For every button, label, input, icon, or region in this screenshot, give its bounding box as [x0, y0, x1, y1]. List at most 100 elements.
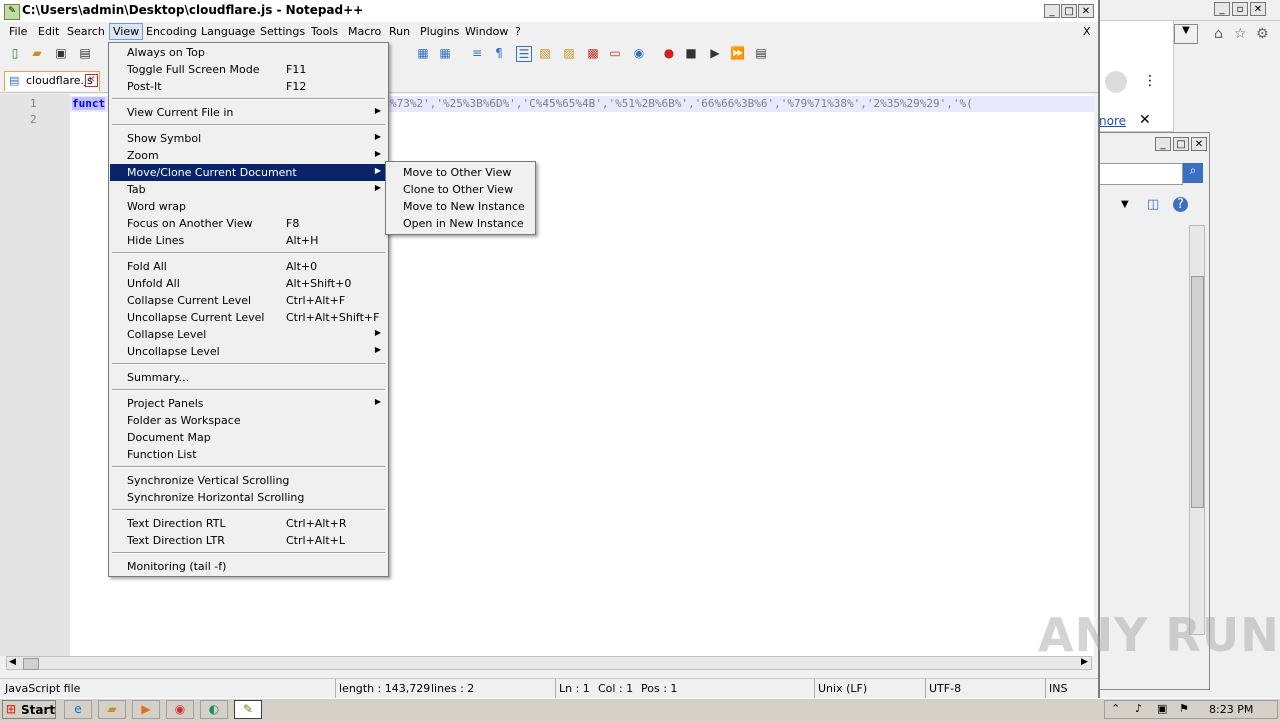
menu-item-document-map[interactable]: Document Map — [110, 429, 387, 446]
submenu-move-to-other-view[interactable]: Move to Other View — [403, 166, 511, 179]
menu-item-always-on-top[interactable]: Always on Top — [110, 44, 387, 61]
vertical-scrollbar[interactable] — [1189, 225, 1205, 635]
menu-item-text-direction-ltr[interactable]: Text Direction LTR Ctrl+Alt+L — [110, 532, 387, 549]
menu-item-zoom[interactable]: Zoom ▶ — [110, 147, 387, 164]
menu-item-view-current-file-in[interactable]: View Current File in ▶ — [110, 104, 387, 121]
function-list-icon[interactable]: ▨ — [562, 46, 576, 60]
scrollbar-thumb[interactable] — [23, 658, 39, 670]
menu-language[interactable]: Language — [198, 24, 258, 39]
menu-item-post-it[interactable]: Post-It F12 — [110, 78, 387, 95]
menu-item-project-panels[interactable]: Project Panels ▶ — [110, 395, 387, 412]
close-icon[interactable]: ✕ — [1139, 112, 1151, 128]
save-icon[interactable]: ▣ — [54, 46, 68, 60]
menu-item-text-direction-rtl[interactable]: Text Direction RTL Ctrl+Alt+R — [110, 515, 387, 532]
tray-expand-icon[interactable]: ⌃ — [1111, 702, 1120, 715]
flag-icon[interactable]: ⚑ — [1179, 702, 1189, 715]
media-player-taskbar-icon[interactable]: ▶ — [132, 700, 160, 719]
menu-item-summary[interactable]: Summary... — [110, 369, 387, 386]
menu-item-fold-all[interactable]: Fold All Alt+0 — [110, 258, 387, 275]
monitoring-icon[interactable]: ▭ — [608, 46, 622, 60]
open-file-icon[interactable]: ▰ — [30, 46, 44, 60]
play-macro-icon[interactable]: ▶ — [708, 46, 722, 60]
chrome-taskbar-icon[interactable]: ◉ — [166, 700, 194, 719]
menu-item-collapse-current-level[interactable]: Collapse Current Level Ctrl+Alt+F — [110, 292, 387, 309]
menu-item-move-clone-document[interactable]: Move/Clone Current Document ▶ — [110, 164, 387, 181]
record-macro-icon[interactable]: ● — [662, 46, 676, 60]
tab-cloudflare-js[interactable]: ▤ cloudflare.js ✕ — [4, 71, 100, 91]
run-macro-multiple-icon[interactable]: ⏩ — [730, 46, 745, 60]
dropdown-icon[interactable]: ▼ — [1174, 24, 1198, 44]
avatar[interactable] — [1105, 71, 1127, 93]
submenu-open-in-new-instance[interactable]: Open in New Instance — [403, 217, 524, 230]
close-button[interactable]: ✕ — [1191, 137, 1207, 151]
save-macro-icon[interactable]: ▤ — [754, 46, 768, 60]
close-button[interactable]: ✕ — [1078, 4, 1094, 18]
menu-item-monitoring[interactable]: Monitoring (tail -f) — [110, 558, 387, 575]
folder-workspace-icon[interactable]: ▩ — [586, 46, 600, 60]
menu-window[interactable]: Window — [462, 24, 511, 39]
indent-guide-icon[interactable]: ☰ — [516, 46, 532, 62]
volume-icon[interactable]: ♪ — [1135, 702, 1142, 715]
menu-item-uncollapse-level[interactable]: Uncollapse Level ▶ — [110, 343, 387, 360]
ie-taskbar-icon[interactable]: e — [64, 700, 92, 719]
menu-tools[interactable]: Tools — [308, 24, 341, 39]
minimize-button[interactable]: _ — [1155, 137, 1171, 151]
menu-file[interactable]: File — [6, 24, 30, 39]
close-document-icon[interactable]: X — [1080, 24, 1094, 39]
menu-run[interactable]: Run — [386, 24, 413, 39]
panel-icon[interactable]: ◫ — [1147, 197, 1159, 212]
menu-item-uncollapse-current-level[interactable]: Uncollapse Current Level Ctrl+Alt+Shift+F — [110, 309, 387, 326]
start-button[interactable]: ⊞ Start — [2, 700, 56, 719]
menu-macro[interactable]: Macro — [345, 24, 384, 39]
menu-item-sync-vertical[interactable]: Synchronize Vertical Scrolling — [110, 472, 387, 489]
maximize-button[interactable]: □ — [1061, 4, 1077, 18]
menu-encoding[interactable]: Encoding — [143, 24, 200, 39]
menu-search[interactable]: Search — [64, 24, 108, 39]
menu-item-unfold-all[interactable]: Unfold All Alt+Shift+0 — [110, 275, 387, 292]
more-options-icon[interactable]: ⋮ — [1143, 73, 1157, 89]
chevron-down-icon[interactable]: ▼ — [1121, 199, 1129, 210]
notepad-taskbar-icon[interactable]: ✎ — [234, 700, 262, 719]
submenu-move-to-new-instance[interactable]: Move to New Instance — [403, 200, 525, 213]
edge-taskbar-icon[interactable]: ◐ — [200, 700, 228, 719]
menu-help[interactable]: ? — [512, 24, 524, 39]
menu-item-collapse-level[interactable]: Collapse Level ▶ — [110, 326, 387, 343]
menu-item-show-symbol[interactable]: Show Symbol ▶ — [110, 130, 387, 147]
restore-button[interactable]: ▫ — [1232, 2, 1248, 16]
word-wrap-icon[interactable]: ≡ — [470, 46, 484, 60]
document-map-icon[interactable]: ▧ — [538, 46, 552, 60]
submenu-clone-to-other-view[interactable]: Clone to Other View — [403, 183, 513, 196]
menu-item-folder-as-workspace[interactable]: Folder as Workspace — [110, 412, 387, 429]
network-icon[interactable]: ▣ — [1157, 702, 1167, 715]
sync-vertical-icon[interactable]: ▦ — [416, 46, 430, 60]
explorer-taskbar-icon[interactable]: ▰ — [98, 700, 126, 719]
menu-item-hide-lines[interactable]: Hide Lines Alt+H — [110, 232, 387, 249]
help-icon[interactable]: ? — [1173, 197, 1188, 212]
home-icon[interactable]: ⌂ — [1214, 26, 1223, 42]
save-all-icon[interactable]: ▤ — [78, 46, 92, 60]
more-link[interactable]: nore — [1099, 114, 1126, 128]
minimize-button[interactable]: _ — [1214, 2, 1230, 16]
menu-edit[interactable]: Edit — [35, 24, 62, 39]
menu-item-word-wrap[interactable]: Word wrap — [110, 198, 387, 215]
menu-view[interactable]: View — [109, 23, 144, 40]
star-icon[interactable]: ☆ — [1234, 26, 1247, 42]
show-symbol-icon[interactable]: ¶ — [492, 46, 506, 60]
maximize-button[interactable]: □ — [1173, 137, 1189, 151]
scroll-left-icon[interactable]: ◀ — [9, 657, 16, 667]
eye-icon[interactable]: ◉ — [632, 46, 646, 60]
new-file-icon[interactable]: ▯ — [8, 46, 22, 60]
sync-horizontal-icon[interactable]: ▦ — [438, 46, 452, 60]
menu-item-focus-another-view[interactable]: Focus on Another View F8 — [110, 215, 387, 232]
menu-settings[interactable]: Settings — [257, 24, 308, 39]
gear-icon[interactable]: ⚙ — [1256, 26, 1269, 42]
menu-item-tab[interactable]: Tab ▶ — [110, 181, 387, 198]
search-icon[interactable]: ⌕ — [1183, 163, 1203, 183]
clock[interactable]: 8:23 PM — [1209, 703, 1253, 716]
address-input[interactable] — [1099, 163, 1183, 185]
close-button[interactable]: ✕ — [1250, 2, 1266, 16]
scrollbar-thumb[interactable] — [1191, 276, 1204, 508]
minimize-button[interactable]: _ — [1044, 4, 1060, 18]
stop-macro-icon[interactable]: ■ — [684, 46, 698, 60]
menu-item-toggle-full-screen[interactable]: Toggle Full Screen Mode F11 — [110, 61, 387, 78]
